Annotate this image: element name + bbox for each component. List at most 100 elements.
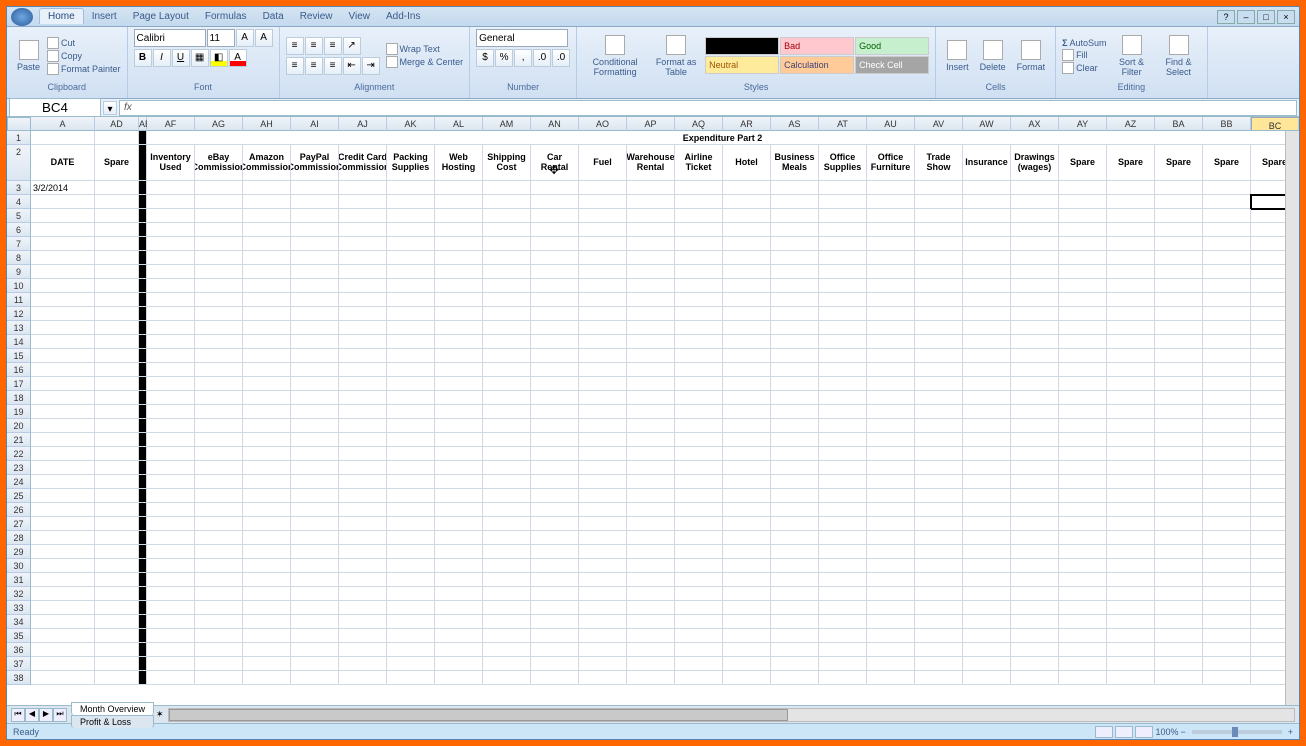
- style-normal[interactable]: [705, 37, 779, 55]
- cell[interactable]: [915, 237, 963, 251]
- cell[interactable]: [771, 349, 819, 363]
- cell[interactable]: [291, 363, 339, 377]
- cell[interactable]: [1203, 601, 1251, 615]
- cell[interactable]: [723, 377, 771, 391]
- cell[interactable]: [387, 251, 435, 265]
- cell[interactable]: [1107, 615, 1155, 629]
- cell[interactable]: [1203, 447, 1251, 461]
- cell[interactable]: [1107, 195, 1155, 209]
- cell[interactable]: [95, 419, 139, 433]
- cell[interactable]: [483, 419, 531, 433]
- cell[interactable]: [771, 335, 819, 349]
- cell[interactable]: [435, 475, 483, 489]
- cell[interactable]: [579, 307, 627, 321]
- cell[interactable]: [95, 475, 139, 489]
- cell[interactable]: [387, 615, 435, 629]
- cell[interactable]: [339, 391, 387, 405]
- cell[interactable]: [723, 195, 771, 209]
- find-select-button[interactable]: Find & Select: [1157, 33, 1201, 79]
- cell[interactable]: [675, 293, 723, 307]
- cell[interactable]: [723, 237, 771, 251]
- cell[interactable]: [139, 433, 147, 447]
- paste-button[interactable]: Paste: [13, 38, 44, 74]
- font-color-button[interactable]: A: [229, 49, 247, 67]
- cell[interactable]: [95, 181, 139, 195]
- cell[interactable]: [627, 601, 675, 615]
- cell[interactable]: [1011, 503, 1059, 517]
- cell[interactable]: [675, 559, 723, 573]
- cell[interactable]: [675, 377, 723, 391]
- cell[interactable]: [1155, 377, 1203, 391]
- cell[interactable]: [95, 405, 139, 419]
- cell[interactable]: [435, 657, 483, 671]
- cell[interactable]: [1059, 629, 1107, 643]
- cell[interactable]: [483, 573, 531, 587]
- align-center-button[interactable]: ≡: [305, 57, 323, 75]
- tab-view[interactable]: View: [340, 9, 378, 24]
- grow-font-button[interactable]: A: [236, 29, 254, 47]
- cell[interactable]: [139, 377, 147, 391]
- format-as-table-button[interactable]: Format as Table: [650, 33, 702, 79]
- cell[interactable]: [771, 615, 819, 629]
- cell[interactable]: [819, 349, 867, 363]
- cell[interactable]: [243, 363, 291, 377]
- cell[interactable]: [147, 363, 195, 377]
- cell[interactable]: [627, 223, 675, 237]
- cell[interactable]: [31, 131, 95, 145]
- font-name-select[interactable]: [134, 29, 206, 47]
- cell[interactable]: [95, 559, 139, 573]
- cell[interactable]: [1059, 251, 1107, 265]
- row-header-14[interactable]: 14: [7, 335, 31, 349]
- normal-view-button[interactable]: [1095, 726, 1113, 738]
- cell[interactable]: [963, 265, 1011, 279]
- scroll-thumb[interactable]: [169, 709, 788, 721]
- cell[interactable]: [627, 419, 675, 433]
- style-bad[interactable]: Bad: [780, 37, 854, 55]
- cell[interactable]: [1059, 209, 1107, 223]
- font-size-select[interactable]: [207, 29, 235, 47]
- cell[interactable]: [963, 293, 1011, 307]
- currency-button[interactable]: $: [476, 49, 494, 67]
- cell[interactable]: [723, 517, 771, 531]
- cell[interactable]: Fuel: [579, 145, 627, 181]
- cell[interactable]: Office Supplies: [819, 145, 867, 181]
- cell[interactable]: [31, 377, 95, 391]
- cell[interactable]: [867, 377, 915, 391]
- cell[interactable]: [1107, 405, 1155, 419]
- cell[interactable]: [339, 643, 387, 657]
- cell[interactable]: [1203, 475, 1251, 489]
- cell[interactable]: [675, 573, 723, 587]
- cell[interactable]: [723, 447, 771, 461]
- align-top-button[interactable]: ≡: [286, 37, 304, 55]
- cell[interactable]: [339, 615, 387, 629]
- cell[interactable]: [675, 433, 723, 447]
- cell[interactable]: [1203, 321, 1251, 335]
- cell[interactable]: [531, 321, 579, 335]
- col-header-AE[interactable]: AE: [139, 117, 147, 131]
- cell[interactable]: [1203, 587, 1251, 601]
- cell[interactable]: [195, 657, 243, 671]
- cell[interactable]: [243, 321, 291, 335]
- cell[interactable]: [963, 307, 1011, 321]
- cell[interactable]: [147, 335, 195, 349]
- cell[interactable]: [139, 307, 147, 321]
- cell[interactable]: [1155, 489, 1203, 503]
- cell[interactable]: [915, 307, 963, 321]
- zoom-slider[interactable]: [1192, 730, 1282, 734]
- cell[interactable]: [435, 419, 483, 433]
- cell[interactable]: [723, 209, 771, 223]
- cell[interactable]: [819, 489, 867, 503]
- number-format-select[interactable]: [476, 29, 568, 47]
- cell[interactable]: [291, 615, 339, 629]
- cell[interactable]: [627, 195, 675, 209]
- cell[interactable]: [723, 433, 771, 447]
- row-header-9[interactable]: 9: [7, 265, 31, 279]
- cell[interactable]: [139, 321, 147, 335]
- cell[interactable]: [139, 545, 147, 559]
- cell[interactable]: [243, 671, 291, 685]
- cell[interactable]: [147, 447, 195, 461]
- cell[interactable]: [139, 131, 147, 145]
- cell[interactable]: [771, 377, 819, 391]
- cell[interactable]: [819, 643, 867, 657]
- cell[interactable]: [339, 587, 387, 601]
